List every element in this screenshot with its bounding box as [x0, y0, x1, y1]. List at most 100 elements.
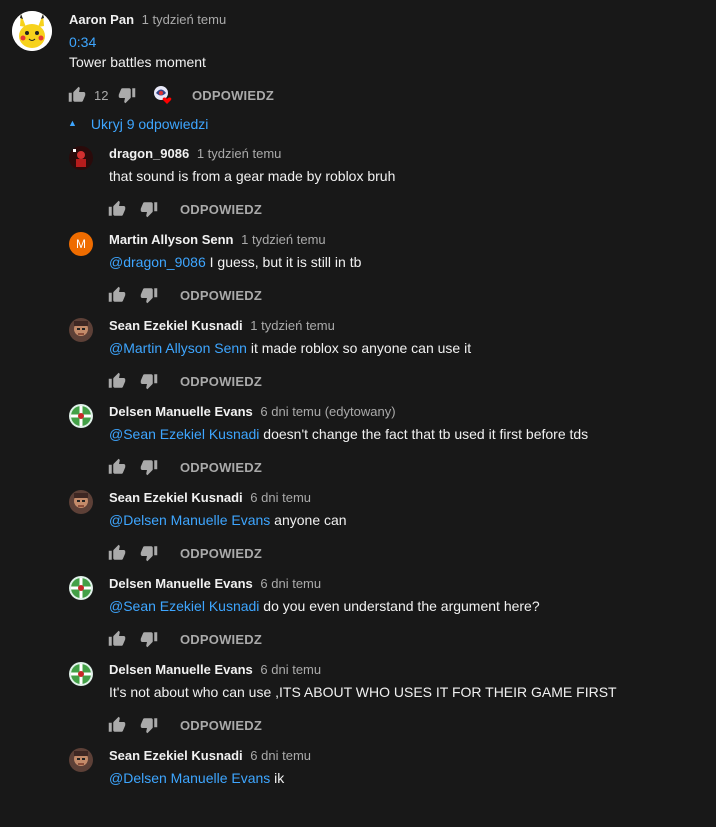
reply-button[interactable]: ODPOWIEDZ — [180, 374, 262, 389]
thumbs-down-icon[interactable] — [140, 372, 158, 390]
thumbs-up-icon[interactable] — [68, 86, 86, 104]
hide-replies-label[interactable]: Ukryj 9 odpowiedzi — [91, 116, 209, 132]
comment-text: @Sean Ezekiel Kusnadi do you even unders… — [109, 598, 540, 614]
caret-up-icon: ▲ — [68, 118, 77, 128]
reply-item: Delsen Manuelle Evans 6 dni temu (edytow… — [0, 397, 716, 483]
comment-time[interactable]: 1 tydzień temu — [197, 146, 282, 161]
timestamp-link[interactable]: 0:34 — [69, 34, 96, 50]
reply-button[interactable]: ODPOWIEDZ — [180, 632, 262, 647]
comment-text: @Sean Ezekiel Kusnadi doesn't change the… — [109, 426, 588, 442]
comment-actions: ODPOWIEDZ — [108, 369, 262, 393]
mention-link[interactable]: @Sean Ezekiel Kusnadi — [109, 426, 259, 442]
comment-header: Delsen Manuelle Evans 6 dni temu — [109, 662, 321, 677]
comment-time[interactable]: 1 tydzień temu — [142, 12, 227, 27]
comment-time[interactable]: 1 tydzień temu — [241, 232, 326, 247]
comment-header: Delsen Manuelle Evans 6 dni temu — [109, 576, 321, 591]
avatar[interactable] — [12, 11, 52, 51]
author-name[interactable]: dragon_9086 — [109, 146, 189, 161]
author-name[interactable]: Sean Ezekiel Kusnadi — [109, 318, 243, 333]
comment-header: Sean Ezekiel Kusnadi 6 dni temu — [109, 748, 311, 763]
thumbs-down-icon[interactable] — [140, 544, 158, 562]
comment-time[interactable]: 6 dni temu — [250, 490, 311, 505]
comment-time[interactable]: 6 dni temu — [250, 748, 311, 763]
reply-item: Sean Ezekiel Kusnadi 1 tydzień temu @Mar… — [0, 311, 716, 397]
reply-item: Delsen Manuelle Evans 6 dni temu It's no… — [0, 655, 716, 741]
comment-body: doesn't change the fact that tb used it … — [259, 426, 589, 442]
comment-body: It's not about who can use ,ITS ABOUT WH… — [109, 684, 617, 700]
reply-item: Sean Ezekiel Kusnadi 6 dni temu @Delsen … — [0, 483, 716, 569]
reply-item: Sean Ezekiel Kusnadi 6 dni temu @Delsen … — [0, 741, 716, 827]
thumbs-up-icon[interactable] — [108, 458, 126, 476]
avatar[interactable] — [69, 318, 93, 342]
comment-time[interactable]: 1 tydzień temu — [250, 318, 335, 333]
thumbs-down-icon[interactable] — [140, 630, 158, 648]
mention-link[interactable]: @Delsen Manuelle Evans — [109, 770, 270, 786]
reply-button[interactable]: ODPOWIEDZ — [180, 546, 262, 561]
comment-header: Sean Ezekiel Kusnadi 6 dni temu — [109, 490, 311, 505]
mention-link[interactable]: @Martin Allyson Senn — [109, 340, 247, 356]
comment-body: I guess, but it is still in tb — [205, 254, 362, 270]
thumbs-down-icon[interactable] — [140, 458, 158, 476]
face-avatar-icon — [69, 748, 93, 772]
face-avatar-icon — [69, 490, 93, 514]
comment-text: @dragon_9086 I guess, but it is still in… — [109, 254, 361, 270]
comment-body: anyone can — [270, 512, 347, 528]
comment-time[interactable]: 6 dni temu (edytowany) — [260, 404, 395, 419]
author-name[interactable]: Delsen Manuelle Evans — [109, 404, 253, 419]
reply-button[interactable]: ODPOWIEDZ — [180, 202, 262, 217]
comment-body: that sound is from a gear made by roblox… — [109, 168, 396, 184]
avatar[interactable] — [69, 490, 93, 514]
avatar[interactable] — [69, 748, 93, 772]
thumbs-down-icon[interactable] — [140, 200, 158, 218]
author-name[interactable]: Martin Allyson Senn — [109, 232, 233, 247]
mention-link[interactable]: @dragon_9086 — [109, 254, 206, 270]
comment-time[interactable]: 6 dni temu — [260, 662, 321, 677]
avatar-letter: M — [76, 237, 86, 251]
comment-header: Aaron Pan 1 tydzień temu — [69, 12, 226, 27]
creator-heart-icon — [152, 84, 174, 106]
reply-item: M Martin Allyson Senn 1 tydzień temu @dr… — [0, 225, 716, 311]
comment-header: Martin Allyson Senn 1 tydzień temu — [109, 232, 326, 247]
comment-header: Delsen Manuelle Evans 6 dni temu (edytow… — [109, 404, 396, 419]
reply-button[interactable]: ODPOWIEDZ — [180, 460, 262, 475]
comment-header: dragon_9086 1 tydzień temu — [109, 146, 281, 161]
thumbs-down-icon[interactable] — [140, 716, 158, 734]
thumbs-up-icon[interactable] — [108, 544, 126, 562]
comment-text: It's not about who can use ,ITS ABOUT WH… — [109, 684, 617, 700]
avatar[interactable]: M — [69, 232, 93, 256]
author-name[interactable]: Aaron Pan — [69, 12, 134, 27]
thumbs-up-icon[interactable] — [108, 200, 126, 218]
comment-text: @Delsen Manuelle Evans ik — [109, 770, 284, 786]
comment-actions: ODPOWIEDZ — [108, 455, 262, 479]
comment-time[interactable]: 6 dni temu — [260, 576, 321, 591]
comment-text: @Martin Allyson Senn it made roblox so a… — [109, 340, 471, 356]
thumbs-up-icon[interactable] — [108, 630, 126, 648]
comment-text: Tower battles moment — [69, 54, 206, 70]
author-name[interactable]: Sean Ezekiel Kusnadi — [109, 490, 243, 505]
author-name[interactable]: Delsen Manuelle Evans — [109, 662, 253, 677]
mention-link[interactable]: @Sean Ezekiel Kusnadi — [109, 598, 259, 614]
thumbs-down-icon[interactable] — [140, 286, 158, 304]
comment-actions: ODPOWIEDZ — [108, 283, 262, 307]
author-name[interactable]: Sean Ezekiel Kusnadi — [109, 748, 243, 763]
reply-button[interactable]: ODPOWIEDZ — [192, 88, 274, 103]
face-avatar-icon — [69, 318, 93, 342]
hide-replies-toggle[interactable]: ▲ Ukryj 9 odpowiedzi — [68, 116, 208, 132]
avatar[interactable] — [69, 576, 93, 600]
thumbs-up-icon[interactable] — [108, 286, 126, 304]
thumbs-up-icon[interactable] — [108, 372, 126, 390]
thumbs-up-icon[interactable] — [108, 716, 126, 734]
pikachu-avatar-icon — [12, 11, 52, 51]
avatar[interactable] — [69, 662, 93, 686]
mention-link[interactable]: @Delsen Manuelle Evans — [109, 512, 270, 528]
timestamp-link-text[interactable]: 0:34 — [69, 34, 96, 50]
reply-item: Delsen Manuelle Evans 6 dni temu @Sean E… — [0, 569, 716, 655]
reply-button[interactable]: ODPOWIEDZ — [180, 288, 262, 303]
reply-button[interactable]: ODPOWIEDZ — [180, 718, 262, 733]
avatar[interactable] — [69, 404, 93, 428]
avatar[interactable] — [69, 146, 93, 170]
reply-item: dragon_9086 1 tydzień temu that sound is… — [0, 139, 716, 225]
comment-actions: 12 ODPOWIEDZ — [68, 83, 274, 107]
thumbs-down-icon[interactable] — [118, 86, 136, 104]
author-name[interactable]: Delsen Manuelle Evans — [109, 576, 253, 591]
